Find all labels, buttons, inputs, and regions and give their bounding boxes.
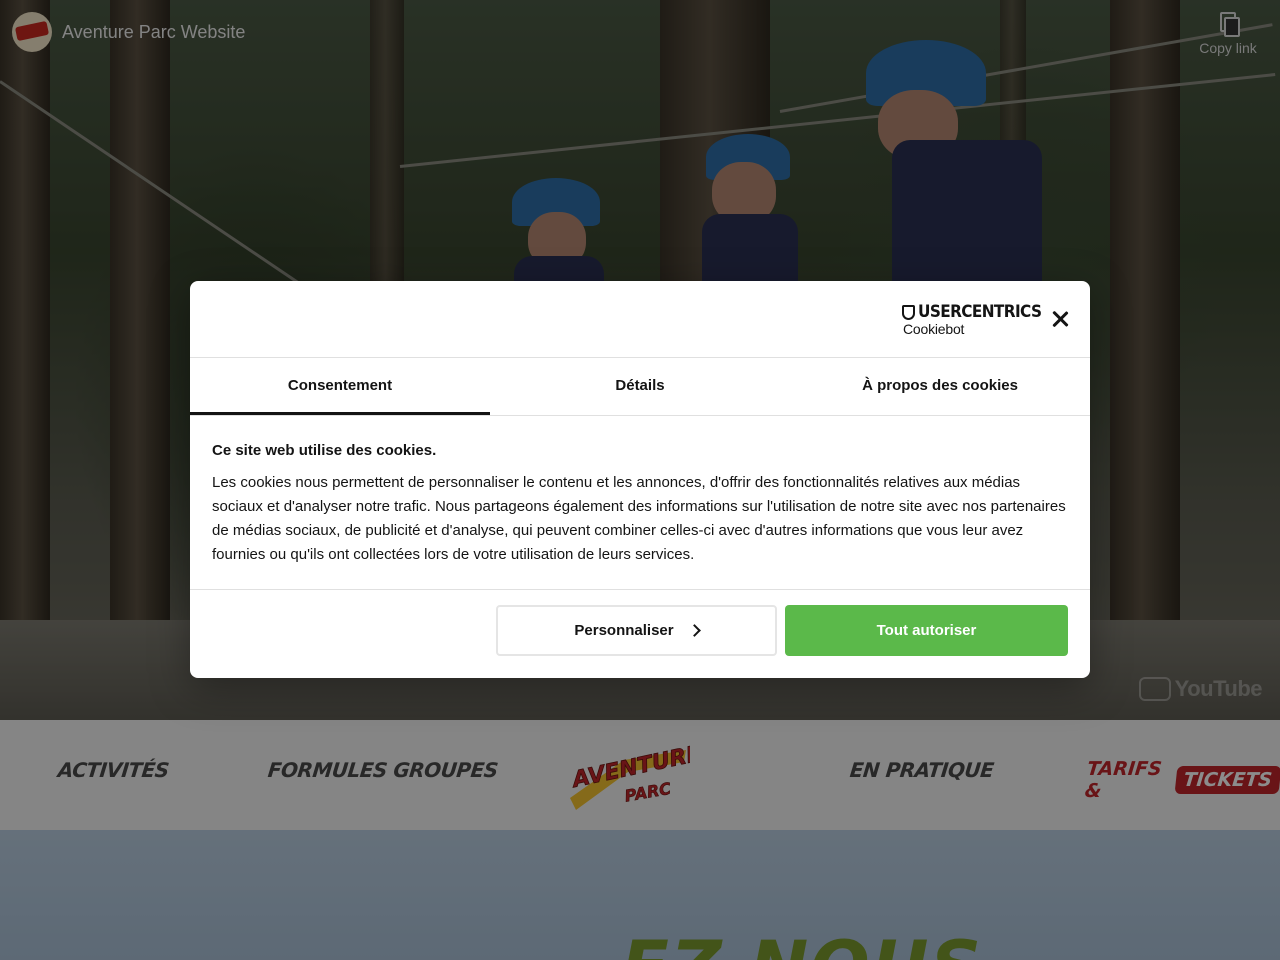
tab-a-propos[interactable]: À propos des cookies — [790, 358, 1090, 415]
chevron-right-icon — [687, 624, 701, 637]
dialog-header: USERCENTRICS Cookiebot — [190, 281, 1090, 358]
dialog-tabs: Consentement Détails À propos des cookie… — [190, 358, 1090, 416]
cookie-consent-dialog: USERCENTRICS Cookiebot Consentement Déta… — [190, 281, 1090, 678]
personnaliser-button[interactable]: Personnaliser — [496, 605, 777, 656]
tab-details[interactable]: Détails — [490, 358, 790, 415]
consent-text: Les cookies nous permettent de personnal… — [212, 474, 1066, 563]
usercentrics-cookiebot-logo[interactable]: USERCENTRICS Cookiebot — [902, 302, 1042, 337]
dialog-body: Ce site web utilise des cookies. Les coo… — [190, 416, 1090, 590]
close-icon[interactable] — [1048, 307, 1072, 331]
dialog-footer: Personnaliser Tout autoriser — [190, 590, 1090, 678]
consent-heading: Ce site web utilise des cookies. — [212, 442, 437, 459]
tout-autoriser-button[interactable]: Tout autoriser — [785, 605, 1068, 656]
tab-consentement[interactable]: Consentement — [190, 358, 490, 415]
brand-bottom-text: Cookiebot — [903, 321, 965, 337]
personnaliser-label: Personnaliser — [574, 622, 674, 639]
shield-icon — [902, 304, 915, 320]
brand-top-text: USERCENTRICS — [918, 302, 1042, 322]
